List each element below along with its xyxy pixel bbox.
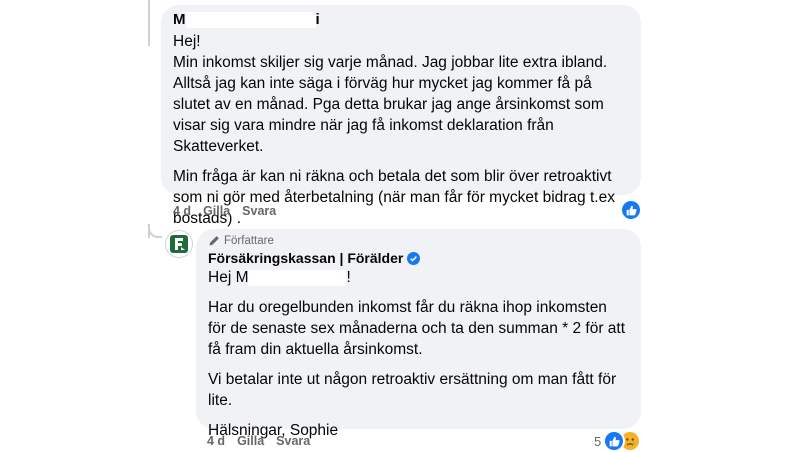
reply-button[interactable]: Svara <box>276 434 310 448</box>
author-badge-label: Författare <box>224 234 274 247</box>
comment-author-name[interactable]: Försäkringskassan | Förälder <box>208 250 403 266</box>
reply-paragraph: Har du oregelbunden inkomst får du räkna… <box>208 299 626 358</box>
page-avatar[interactable] <box>165 230 193 258</box>
reply-greeting: Hej M! <box>208 267 629 288</box>
author-trailing: i <box>315 11 320 28</box>
comment-author-line: Försäkringskassan | Förälder <box>208 250 629 266</box>
reaction-badge[interactable] <box>620 199 642 221</box>
reply-reactions[interactable]: 5 <box>594 430 642 452</box>
verified-badge-icon <box>407 251 421 265</box>
comment-bubble-user: Mi Hej! Min inkomst skiljer sig varje må… <box>161 5 641 227</box>
like-button[interactable]: Gilla <box>237 434 264 448</box>
comment-actions: 4 d Gilla Svara <box>173 204 276 218</box>
reply-paragraph: Vi betalar inte ut någon retroaktiv ersä… <box>208 371 617 409</box>
redacted-name <box>185 12 316 29</box>
pen-icon <box>209 235 219 245</box>
comment-paragraph: Min inkomst skiljer sig varje månad. Jag… <box>173 54 608 155</box>
forsakringskassan-logo-icon <box>170 235 188 253</box>
reply-text: Hej M! Har du oregelbunden inkomst får d… <box>208 267 629 441</box>
like-button[interactable]: Gilla <box>203 204 230 218</box>
comment-author-name[interactable]: Mi <box>173 11 629 29</box>
author-badge: Författare <box>208 233 629 248</box>
reply-timestamp[interactable]: 4 d <box>207 434 225 448</box>
thread-line-vertical <box>148 0 150 46</box>
greeting-end: ! <box>346 269 351 286</box>
comment-text: Hej! Min inkomst skiljer sig varje månad… <box>173 31 629 229</box>
comment-paragraph: Min fråga är kan ni räkna och betala det… <box>173 168 615 227</box>
reply-actions: 4 d Gilla Svara <box>207 434 310 448</box>
thread-line-curve <box>148 224 162 238</box>
reply-button[interactable]: Svara <box>242 204 276 218</box>
greeting-start: Hej M <box>208 269 249 286</box>
comment-timestamp[interactable]: 4 d <box>173 204 191 218</box>
comment-paragraph: Hej! <box>173 33 201 50</box>
author-initial: M <box>173 11 186 28</box>
comment-bubble-author-reply: Författare Försäkringskassan | Förälder … <box>196 229 641 439</box>
reaction-count: 5 <box>594 433 602 449</box>
like-reaction-icon <box>620 199 642 221</box>
redacted-name <box>248 269 347 286</box>
